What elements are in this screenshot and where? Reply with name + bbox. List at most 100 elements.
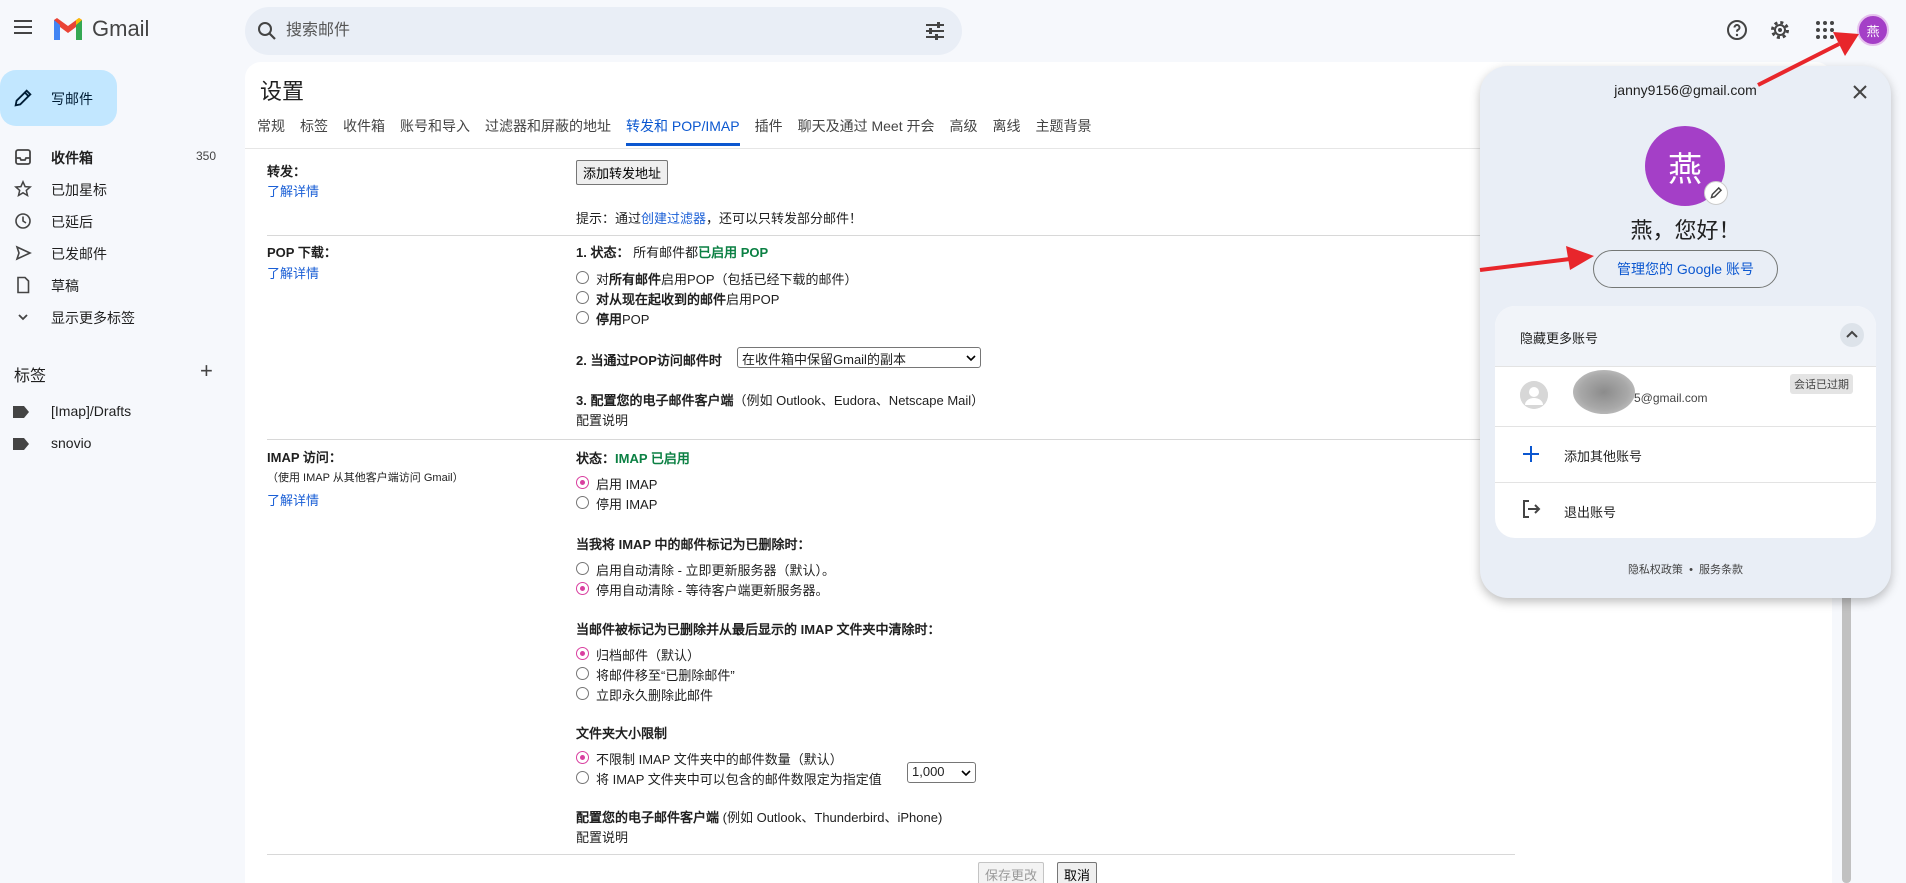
- opt-text: 启用POP: [726, 292, 780, 307]
- imap-title: IMAP 访问：: [267, 450, 342, 465]
- pop-learn-more-link[interactable]: 了解详情: [267, 263, 319, 282]
- sidebar-label-snovio[interactable]: snovio: [0, 428, 240, 460]
- no-folder-limit-label: 不限制 IMAP 文件夹中的邮件数量（默认）: [596, 752, 843, 767]
- archive-radio[interactable]: [576, 647, 589, 660]
- pencil-icon: [14, 89, 32, 107]
- search-options-icon[interactable]: [923, 19, 947, 43]
- tab-advanced[interactable]: 高级: [949, 116, 977, 146]
- chevron-up-icon[interactable]: [1840, 323, 1864, 347]
- pop-all-label: 对所有邮件启用POP（包括已经下载的邮件）: [596, 269, 858, 288]
- help-icon[interactable]: [1725, 18, 1749, 42]
- label-icon: [13, 438, 29, 450]
- imap-config-link[interactable]: 配置说明: [576, 827, 628, 846]
- add-account-label: 添加其他账号: [1564, 449, 1643, 464]
- imap-learn-more-link[interactable]: 了解详情: [267, 490, 319, 509]
- pop-config-hint: （例如 Outlook、Eudora、Netscape Mail）: [733, 393, 985, 408]
- popup-footer: 隐私权政策 • 服务条款: [1480, 561, 1891, 577]
- gmail-logo-icon[interactable]: [52, 16, 84, 42]
- sidebar-item-drafts[interactable]: 草稿: [0, 269, 240, 301]
- pop-status-value: 已启用 POP: [698, 245, 769, 260]
- draft-icon: [17, 276, 30, 294]
- tab-forwarding-pop-imap[interactable]: 转发和 POP/IMAP: [626, 116, 740, 146]
- auto-expunge-on-radio[interactable]: [576, 562, 589, 575]
- pop-disable-label: 停用POP: [596, 309, 649, 328]
- forwarding-learn-more-link[interactable]: 了解详情: [267, 181, 319, 200]
- chevron-down-icon: [18, 314, 28, 321]
- select-value: 1,000: [912, 764, 945, 779]
- pop-config-link[interactable]: 配置说明: [576, 410, 628, 429]
- folder-limit-title: 文件夹大小限制: [576, 726, 668, 741]
- hide-accounts-toggle[interactable]: 隐藏更多账号: [1495, 306, 1876, 366]
- tab-inbox[interactable]: 收件箱: [343, 116, 385, 146]
- imap-client-hint: (例如 Outlook、Thunderbird、iPhone): [722, 810, 943, 825]
- pop-status: 1. 状态： 所有邮件都已启用 POP: [576, 242, 768, 261]
- move-to-trash-radio[interactable]: [576, 667, 589, 680]
- pop-title: POP 下载：: [267, 245, 337, 260]
- add-label-button[interactable]: +: [200, 360, 213, 382]
- popup-greeting: 燕，您好！: [1630, 218, 1741, 243]
- pop-config-label: 3. 配置您的电子邮件客户端: [576, 393, 734, 408]
- app-name[interactable]: Gmail: [92, 16, 149, 42]
- auto-expunge-off-radio[interactable]: [576, 582, 589, 595]
- redacted-name: [1573, 370, 1635, 414]
- pop-all-radio[interactable]: [576, 271, 589, 284]
- imap-disable-radio[interactable]: [576, 496, 589, 509]
- sidebar-item-snoozed[interactable]: 已延后: [0, 205, 240, 237]
- tab-accounts[interactable]: 账号和导入: [400, 116, 470, 146]
- main-menu-icon[interactable]: [14, 20, 32, 34]
- search-icon[interactable]: [255, 19, 279, 43]
- manage-google-account-button[interactable]: 管理您的 Google 账号: [1593, 250, 1778, 288]
- cancel-button[interactable]: 取消: [1057, 862, 1098, 883]
- tab-addons[interactable]: 插件: [755, 116, 783, 146]
- sidebar-item-label: 显示更多标签: [51, 310, 135, 326]
- create-filter-link[interactable]: 创建过滤器: [641, 211, 706, 226]
- close-icon[interactable]: [1850, 82, 1870, 102]
- section-divider: [267, 235, 1515, 236]
- sign-out-label: 退出账号: [1564, 505, 1617, 520]
- pop-action-select[interactable]: 在收件箱中保留Gmail的副本: [737, 347, 981, 368]
- auto-expunge-on-label: 启用自动清除 - 立即更新服务器（默认）。: [596, 563, 836, 578]
- account-avatar[interactable]: 燕: [1857, 14, 1889, 46]
- select-value: 在收件箱中保留Gmail的副本: [742, 352, 906, 367]
- gear-icon[interactable]: [1768, 18, 1792, 42]
- search-bar[interactable]: [245, 7, 962, 55]
- pop-from-now-radio[interactable]: [576, 291, 589, 304]
- divider: [1495, 482, 1876, 483]
- pop-config: 3. 配置您的电子邮件客户端（例如 Outlook、Eudora、Netscap…: [576, 390, 984, 409]
- tab-labels[interactable]: 标签: [300, 116, 328, 146]
- tab-chat-meet[interactable]: 聊天及通过 Meet 开会: [798, 116, 935, 146]
- section-divider: [267, 854, 1515, 855]
- sidebar-label-imap-drafts[interactable]: [Imap]/Drafts: [0, 396, 240, 428]
- tab-offline[interactable]: 离线: [992, 116, 1020, 146]
- pop-disable-radio[interactable]: [576, 311, 589, 324]
- delete-forever-radio[interactable]: [576, 687, 589, 700]
- tab-themes[interactable]: 主题背景: [1035, 116, 1091, 146]
- search-input[interactable]: [286, 17, 886, 45]
- accounts-card: 隐藏更多账号 5@gmail.com 会话已过期 添加其他账号 退出账号: [1495, 306, 1876, 538]
- pop-status-label: 1. 状态：: [576, 245, 630, 260]
- no-folder-limit-radio[interactable]: [576, 751, 589, 764]
- chevron-down-icon: [966, 355, 976, 362]
- apps-grid-icon[interactable]: [1813, 18, 1837, 42]
- sidebar-item-sent[interactable]: 已发邮件: [0, 237, 240, 269]
- tab-general[interactable]: 常规: [257, 116, 285, 146]
- privacy-policy-link[interactable]: 隐私权政策: [1628, 564, 1683, 576]
- compose-label: 写邮件: [51, 91, 93, 107]
- add-forwarding-address-button[interactable]: 添加转发地址: [576, 160, 669, 185]
- sidebar-item-starred[interactable]: 已加星标: [0, 173, 240, 205]
- opt-bold: 停用: [596, 312, 623, 327]
- sidebar-item-label: 收件箱: [51, 150, 93, 166]
- opt-text: 对: [596, 272, 610, 287]
- opt-bold: 对从现在起收到的邮件: [596, 292, 727, 307]
- compose-button[interactable]: 写邮件: [0, 70, 117, 126]
- sidebar-item-more[interactable]: 显示更多标签: [0, 301, 240, 333]
- imap-enable-radio[interactable]: [576, 476, 589, 489]
- folder-limit-radio[interactable]: [576, 771, 589, 784]
- tab-filters[interactable]: 过滤器和屏蔽的地址: [485, 116, 611, 146]
- section-divider: [267, 439, 1515, 440]
- save-changes-button[interactable]: 保存更改: [978, 862, 1045, 883]
- folder-limit-select[interactable]: 1,000: [907, 762, 976, 783]
- terms-link[interactable]: 服务条款: [1699, 564, 1743, 576]
- sidebar-item-inbox[interactable]: 收件箱 350: [0, 141, 240, 173]
- edit-photo-icon[interactable]: [1704, 181, 1728, 205]
